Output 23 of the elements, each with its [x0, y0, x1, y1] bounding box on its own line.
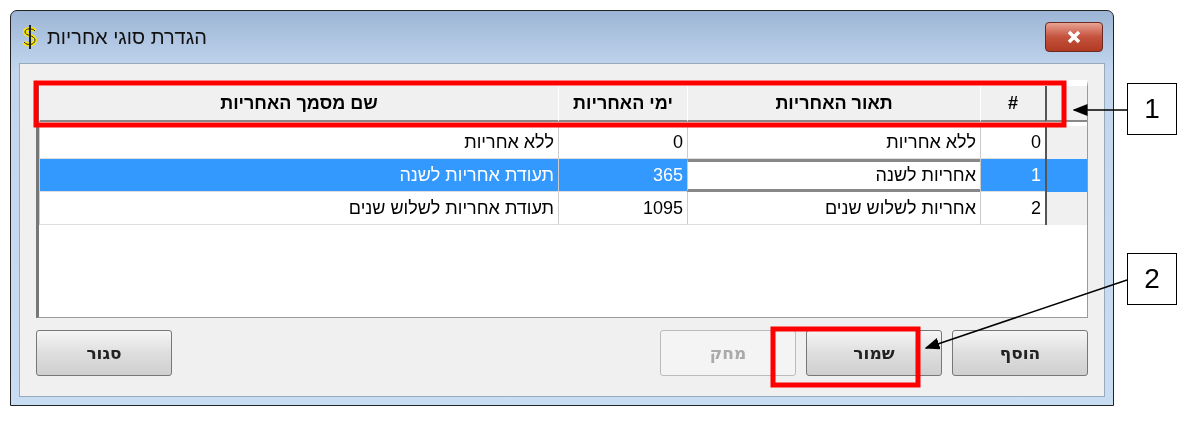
callout-arrow — [1072, 104, 1128, 116]
table-cell: תעודת אחריות לשלוש שנים — [39, 192, 558, 225]
dialog-button[interactable]: הוסף — [952, 330, 1088, 376]
dollar-icon — [21, 24, 39, 50]
callout-number: 2 — [1127, 253, 1177, 305]
table-cell: 2 — [980, 192, 1045, 225]
column-header[interactable]: שם מסמך האחריות — [39, 86, 558, 122]
row-indicator[interactable] — [1045, 126, 1087, 159]
table-cell: אחריות לשנה — [687, 159, 980, 192]
table-cell: תעודת אחריות לשנה — [39, 159, 558, 192]
callout-number: 1 — [1127, 83, 1177, 135]
table-cell: 365 — [558, 159, 687, 192]
dialog-button[interactable]: שמור — [806, 330, 942, 376]
row-indicator[interactable] — [1045, 192, 1087, 225]
table-cell: 1095 — [558, 192, 687, 225]
column-header[interactable]: תאור האחריות — [687, 86, 980, 122]
table-cell: 1 — [980, 159, 1045, 192]
window-title: הגדרת סוגי אחריות — [47, 25, 207, 49]
table-cell: אחריות לשלוש שנים — [687, 192, 980, 225]
dialog-button[interactable]: סגור — [36, 330, 172, 376]
column-header[interactable]: ימי האחריות — [558, 86, 687, 122]
column-header[interactable]: # — [980, 86, 1045, 122]
close-button[interactable] — [1045, 22, 1103, 52]
